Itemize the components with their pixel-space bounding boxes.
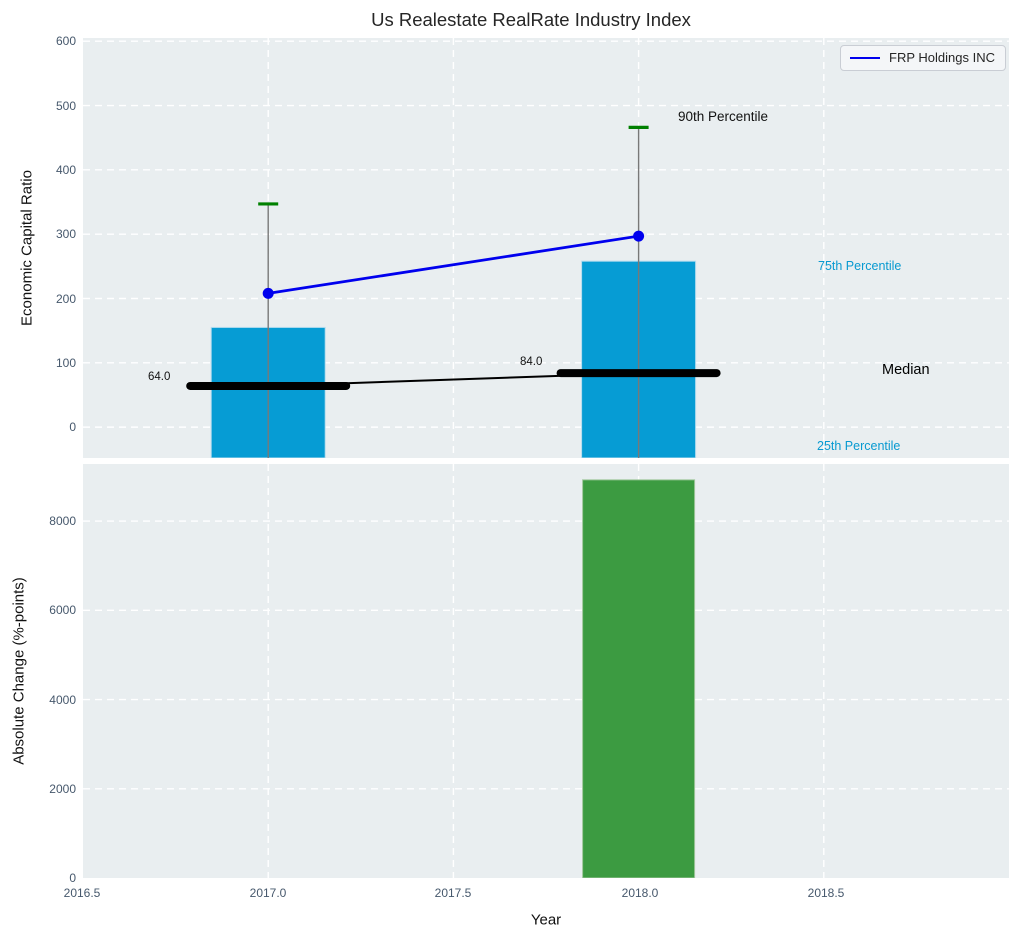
ytick-top-200: 200 (55, 292, 76, 306)
ytick-top-400: 400 (55, 163, 76, 177)
median-value-label-2017: 64.0 (148, 371, 171, 383)
figure: Us Realestate RealRate Industry Index 90… (0, 0, 1020, 940)
ytick-top-500: 500 (55, 99, 76, 113)
ytick-bottom-0: 0 (69, 871, 76, 885)
chart-title: Us Realestate RealRate Industry Index (371, 9, 691, 30)
ytick-bottom-4000: 4000 (49, 693, 76, 707)
xtick-2016-5: 2016.5 (63, 886, 101, 900)
bottom-plot-canvas (83, 464, 1009, 878)
ytick-bottom-8000: 8000 (49, 514, 76, 528)
ytick-bottom-6000: 6000 (49, 603, 76, 617)
median-value-label-2018: 84.0 (520, 356, 543, 368)
ytick-bottom-2000: 2000 (49, 782, 76, 796)
bottom-y-axis-label: Absolute Change (%-points) (10, 577, 28, 765)
xtick-2018-5: 2018.5 (807, 886, 845, 900)
legend-label: FRP Holdings INC (889, 50, 995, 65)
annotation-90th-percentile: 90th Percentile (678, 109, 769, 124)
annotation-25th-percentile: 25th Percentile (817, 439, 901, 453)
ytick-top-100: 100 (55, 356, 76, 370)
annotation-median: Median (882, 362, 930, 378)
top-plot-canvas (83, 38, 1009, 458)
bottom-axes (83, 464, 1009, 878)
legend: FRP Holdings INC (840, 45, 1006, 71)
xtick-2017-0: 2017.0 (249, 886, 287, 900)
annotation-75th-percentile: 75th Percentile (818, 259, 902, 273)
ytick-top-600: 600 (55, 34, 76, 48)
legend-line-swatch (850, 56, 881, 59)
top-axes: 90th Percentile 75th Percentile Median 2… (83, 38, 1009, 458)
ytick-top-0: 0 (69, 420, 76, 434)
top-y-axis-label: Economic Capital Ratio (18, 170, 36, 326)
x-axis-label: Year (530, 911, 562, 929)
xtick-2017-5: 2017.5 (434, 886, 472, 900)
xtick-2018-0: 2018.0 (621, 886, 659, 900)
ytick-top-300: 300 (55, 227, 76, 241)
